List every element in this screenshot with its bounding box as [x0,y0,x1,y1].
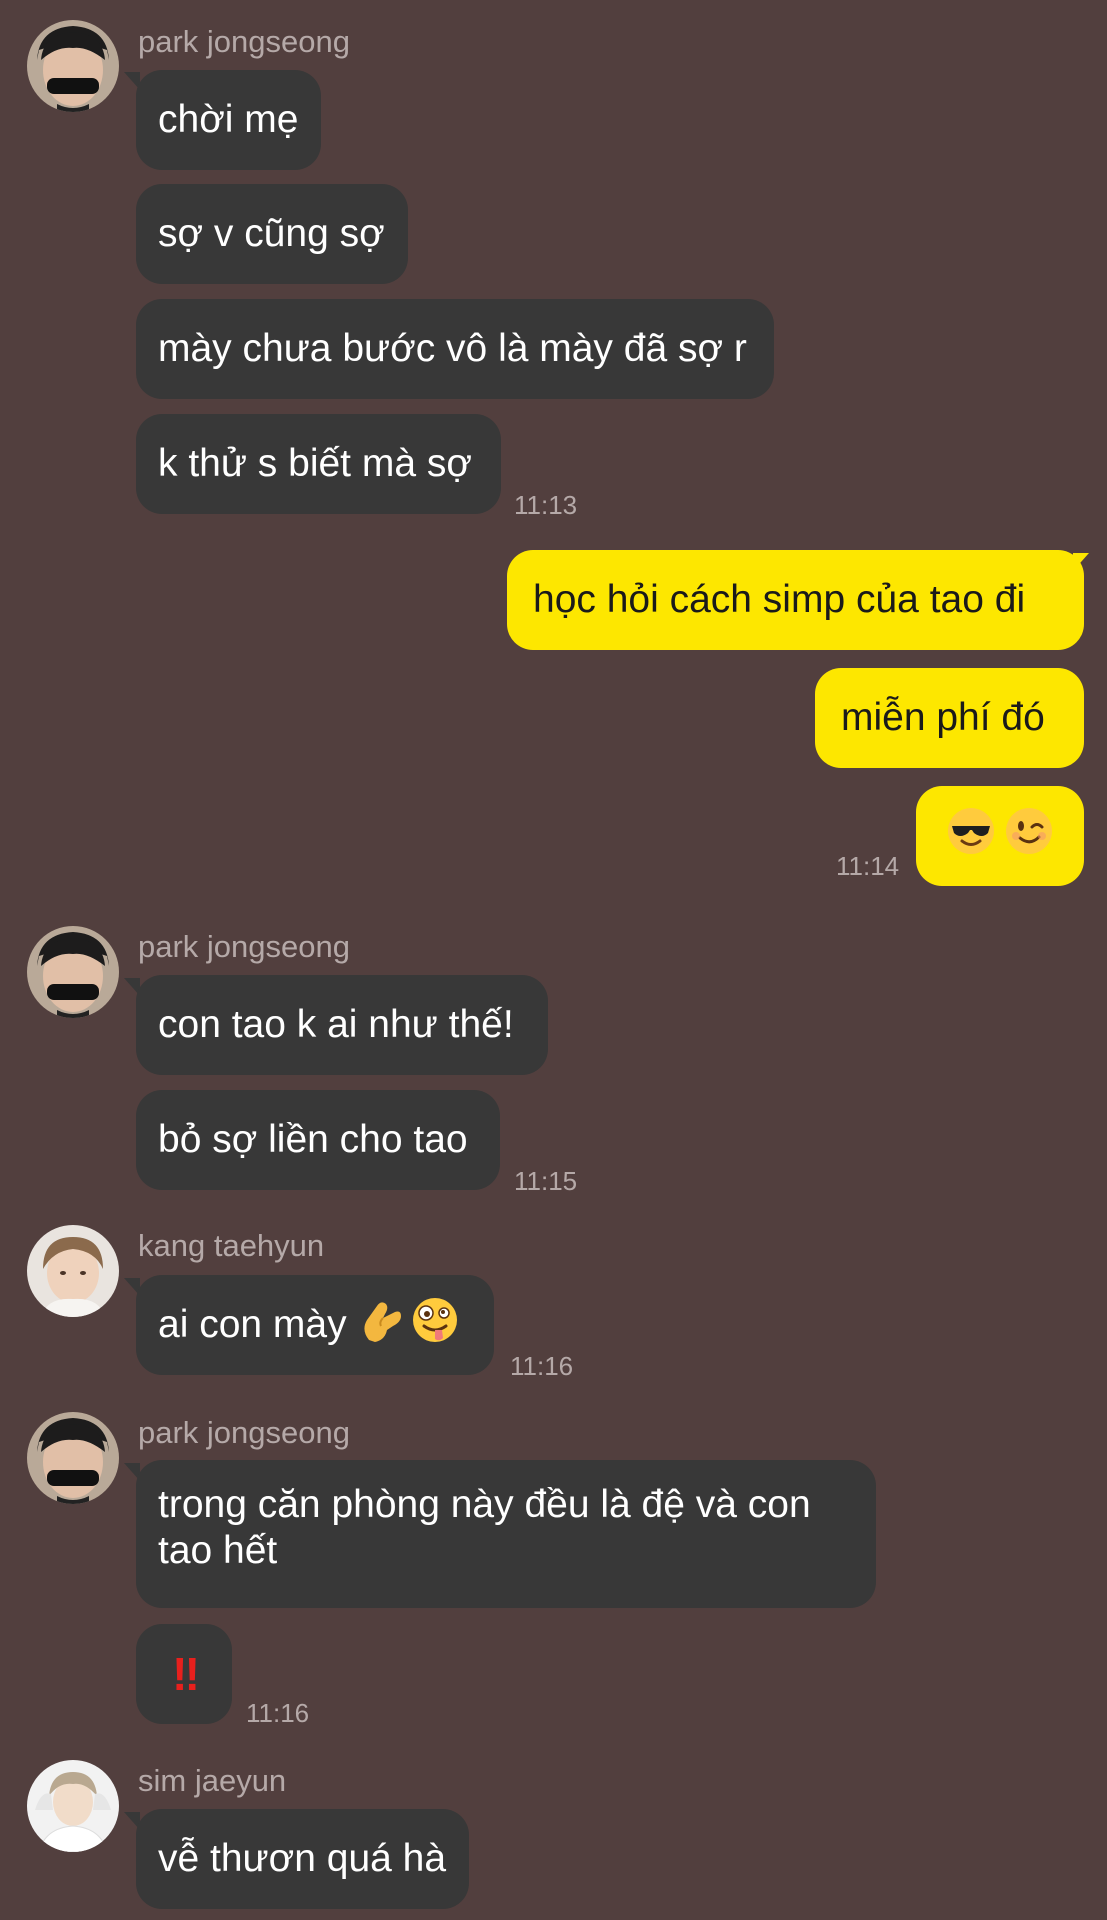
message-timestamp: 11:14 [836,851,900,881]
avatar-photo [27,1412,119,1504]
avatar-sim-jaeyun[interactable] [27,1760,119,1852]
zany-face-icon [411,1296,459,1355]
avatar-photo [27,20,119,112]
winking-face-icon [1004,806,1054,867]
message-bubble-outgoing[interactable]: học hỏi cách simp của tao đi [507,550,1084,650]
emoji-message-bubble[interactable] [916,786,1084,886]
sender-name: kang taehyun [138,1228,325,1263]
avatar-park-jongseong[interactable] [27,926,119,1018]
message-bubble[interactable]: bỏ sợ liền cho tao [136,1090,500,1190]
double-exclamation-icon: ‼ [172,1648,200,1700]
sender-name: park jongseong [138,24,350,59]
message-timestamp: 11:15 [514,1166,578,1196]
avatar-park-jongseong[interactable] [27,1412,119,1504]
pinching-hand-icon [359,1296,405,1355]
sender-name: park jongseong [138,929,350,964]
message-bubble[interactable]: mày chưa bước vô là mày đã sợ r [136,299,774,399]
message-timestamp: 11:16 [246,1698,310,1728]
chat-thread[interactable]: park jongseong chời mẹ sợ v cũng sợ mày … [0,0,1107,1920]
message-bubble[interactable]: chời mẹ [136,70,321,170]
avatar-photo [27,1760,119,1852]
message-bubble[interactable]: trong căn phòng này đều là đệ và con tao… [136,1460,876,1608]
message-bubble[interactable]: sợ v cũng sợ [136,184,408,284]
message-text: ai con mày [158,1303,347,1346]
message-bubble[interactable]: k thử s biết mà sợ [136,414,501,514]
sender-name: sim jaeyun [138,1763,287,1798]
avatar-photo [27,926,119,1018]
emoji-message-bubble[interactable]: ‼ [136,1624,232,1724]
sender-name: park jongseong [138,1415,350,1450]
avatar-kang-taehyun[interactable] [27,1225,119,1317]
message-bubble-outgoing[interactable]: miễn phí đó [815,668,1084,768]
avatar-park-jongseong[interactable] [27,20,119,112]
message-bubble[interactable]: vễ thươn quá hà [136,1809,469,1909]
avatar-photo [27,1225,119,1317]
message-bubble[interactable]: ai con mày [136,1275,494,1375]
message-timestamp: 11:13 [514,490,578,520]
message-timestamp: 11:16 [510,1351,574,1381]
message-bubble[interactable]: con tao k ai như thế! [136,975,548,1075]
smiling-face-with-sunglasses-icon [946,806,996,867]
